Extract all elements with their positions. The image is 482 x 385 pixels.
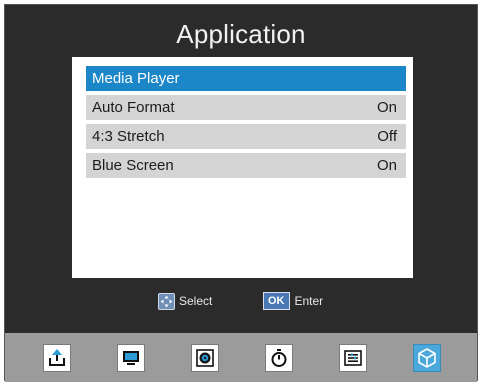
menu-item-label: Blue Screen bbox=[92, 157, 174, 174]
monitor-icon bbox=[123, 351, 139, 365]
select-hint: Select bbox=[158, 292, 212, 310]
menu-panel: Media Player Auto Format On 4:3 Stretch … bbox=[72, 57, 413, 278]
menu-item-media-player[interactable]: Media Player bbox=[86, 66, 406, 91]
dock-item-time[interactable] bbox=[265, 344, 293, 372]
key-hints: Select OK Enter bbox=[5, 292, 477, 310]
menu-item-value: On bbox=[376, 99, 397, 116]
dpad-icon bbox=[158, 292, 175, 310]
settings-list-icon bbox=[344, 350, 362, 366]
upload-icon bbox=[49, 349, 65, 366]
timer-icon bbox=[271, 349, 287, 367]
ok-key-icon: OK bbox=[263, 292, 290, 310]
menu-item-4-3-stretch[interactable]: 4:3 Stretch Off bbox=[86, 124, 406, 149]
dock-item-picture[interactable] bbox=[117, 344, 145, 372]
menu-item-blue-screen[interactable]: Blue Screen On bbox=[86, 153, 406, 178]
menu-item-value: On bbox=[376, 157, 397, 174]
dock-item-sound[interactable] bbox=[191, 344, 219, 372]
dock-item-application[interactable] bbox=[413, 344, 441, 372]
enter-hint: OK Enter bbox=[263, 292, 323, 310]
tv-menu-screen: Application Media Player Auto Format On … bbox=[4, 4, 478, 382]
menu-item-auto-format[interactable]: Auto Format On bbox=[86, 95, 406, 120]
cube-icon bbox=[418, 348, 436, 368]
select-hint-label: Select bbox=[179, 294, 213, 308]
page-title: Application bbox=[176, 19, 306, 49]
dock-item-input[interactable] bbox=[43, 344, 71, 372]
speaker-icon bbox=[196, 349, 214, 367]
dock-item-setup[interactable] bbox=[339, 344, 367, 372]
menu-item-label: Auto Format bbox=[92, 99, 175, 116]
menu-item-label: 4:3 Stretch bbox=[92, 128, 165, 145]
enter-hint-label: Enter bbox=[294, 294, 324, 308]
menu-item-value: Off bbox=[377, 128, 397, 145]
app-dock bbox=[5, 333, 477, 382]
menu-item-label: Media Player bbox=[92, 70, 180, 87]
